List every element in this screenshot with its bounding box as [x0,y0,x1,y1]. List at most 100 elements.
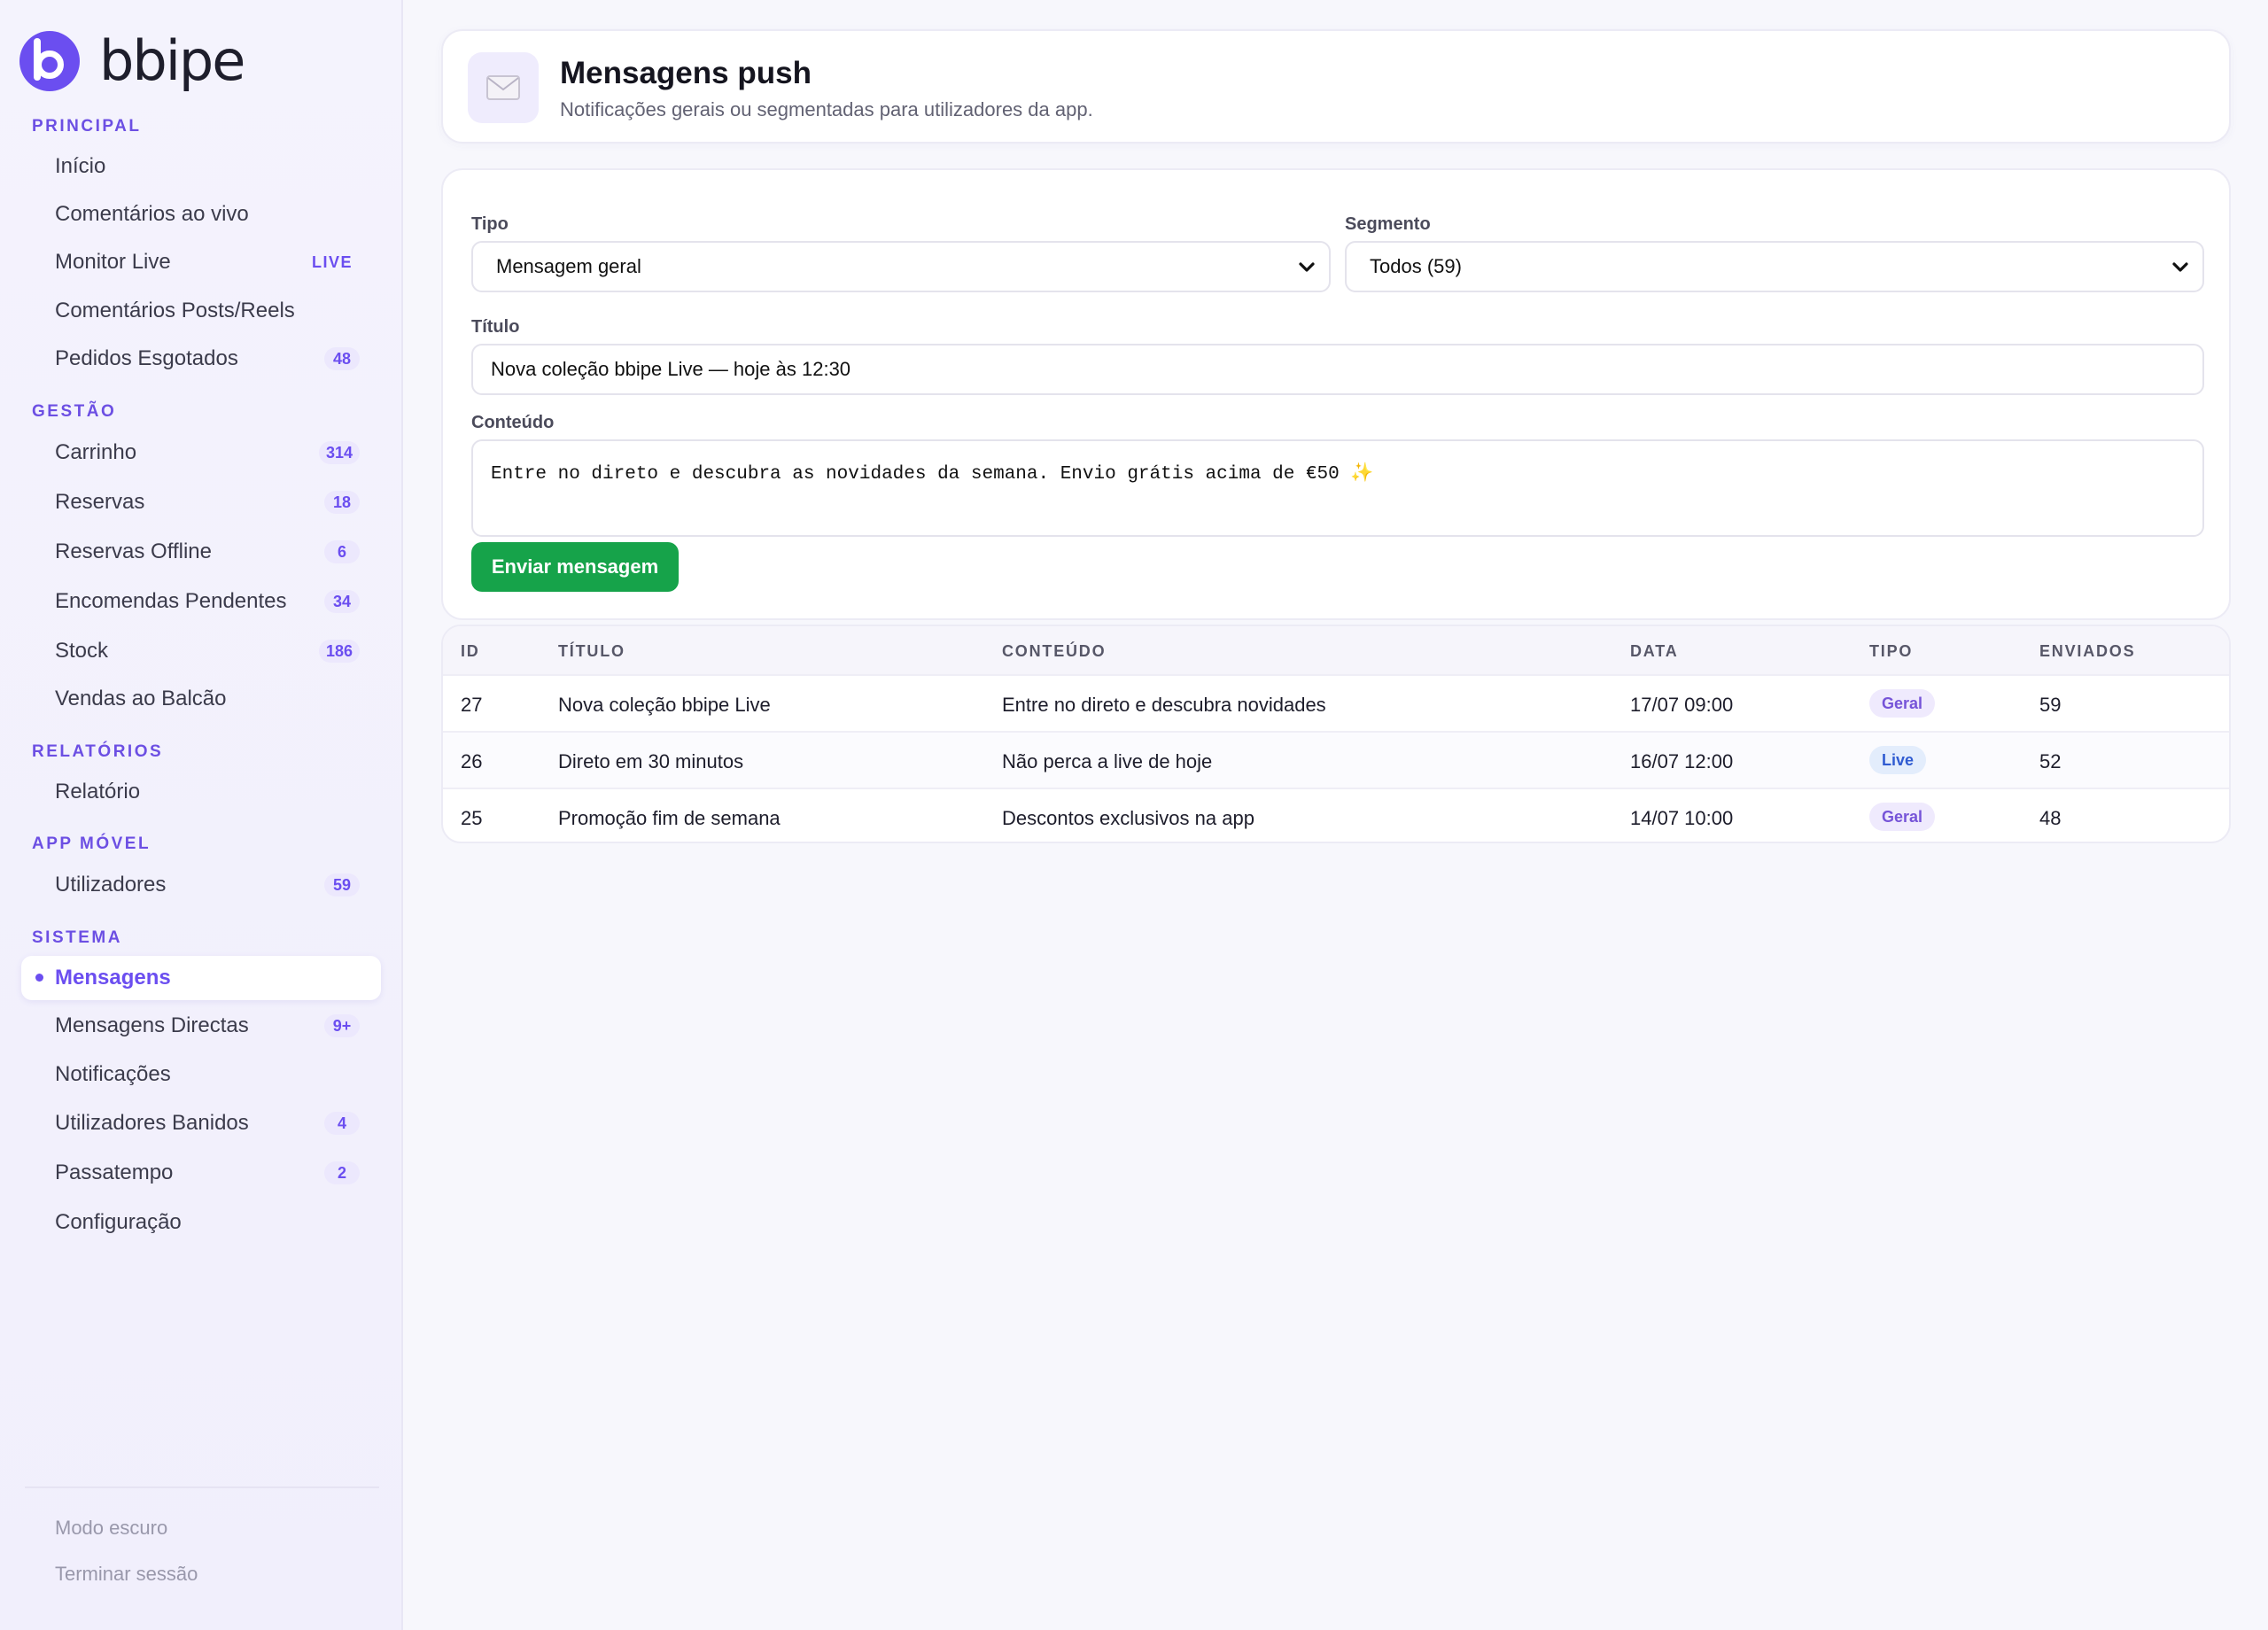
cell-data: 16/07 12:00 [1630,750,1734,772]
cell-id: 26 [461,750,483,772]
cell-data: 14/07 10:00 [1630,807,1734,829]
sidebar-item-label: Utilizadores Banidos [55,1111,249,1135]
type-badge: Geral [1869,689,1936,718]
sidebar-item-reservas[interactable]: Reservas 18 [21,481,381,524]
section-title-sistema: SISTEMA [32,928,122,947]
sidebar-item-inicio[interactable]: Início [21,145,381,188]
sidebar-item-pedidos-esgotados[interactable]: Pedidos Esgotados 48 [21,338,381,380]
chevron-down-icon [2172,262,2188,272]
conteudo-textarea-value: Entre no direto e descubra as novidades … [491,464,1374,485]
column-header-id: ID [461,642,480,660]
message-form: Tipo Mensagem geral Segmento Todos (59) … [441,168,2231,620]
send-message-button[interactable]: Enviar mensagem [471,542,679,592]
sidebar-item-label: Utilizadores [55,873,167,896]
table-row[interactable]: 25 Promoção fim de semana Descontos excl… [443,788,2229,842]
sidebar-item-label: Relatório [55,780,141,803]
live-badge: LIVE [311,252,353,271]
count-badge: 6 [324,540,360,563]
header-icon-box [468,52,539,123]
cell-data: 17/07 09:00 [1630,694,1734,716]
sidebar-item-carrinho[interactable]: Carrinho 314 [21,431,381,474]
sidebar-item-comentarios-ao-vivo[interactable]: Comentários ao vivo [21,193,381,236]
bbipe-logo-icon [19,31,80,91]
sidebar-item-relatorio[interactable]: Relatório [21,771,381,813]
segmento-select-value: Todos (59) [1370,255,1462,277]
cell-titulo: Promoção fim de semana [558,807,781,829]
column-header-titulo: TÍTULO [558,642,625,660]
table-header: ID TÍTULO CONTEÚDO DATA TIPO ENVIADOS [443,626,2229,674]
count-badge: 4 [324,1112,360,1135]
sidebar-item-notificacoes[interactable]: Notificações [21,1053,381,1096]
tipo-select-value: Mensagem geral [496,255,641,277]
count-badge: 9+ [324,1014,360,1037]
sidebar-item-passatempo[interactable]: Passatempo 2 [21,1152,381,1194]
sidebar-item-label: Início [55,154,106,178]
cell-enviados: 52 [2039,750,2062,772]
cell-conteudo: Entre no direto e descubra novidades [1002,694,1326,716]
count-badge: 186 [318,640,360,663]
titulo-input[interactable]: Nova coleção bbipe Live — hoje às 12:30 [471,344,2204,395]
conteudo-label: Conteúdo [471,413,555,432]
chevron-down-icon [1299,262,1315,272]
page-subtitle: Notificações gerais ou segmentadas para … [560,98,1093,120]
sidebar-item-utilizadores[interactable]: Utilizadores 59 [21,864,381,906]
page-title: Mensagens push [560,56,812,90]
type-badge: Geral [1869,803,1936,831]
messages-table: ID TÍTULO CONTEÚDO DATA TIPO ENVIADOS 27… [441,625,2231,843]
count-badge: 2 [324,1161,360,1184]
sidebar-item-mensagens-directas[interactable]: Mensagens Directas 9+ [21,1005,381,1047]
sidebar-item-label: Mensagens Directas [55,1013,249,1037]
count-badge: 48 [324,347,360,370]
sidebar-item-label: Configuração [55,1210,182,1234]
count-badge: 34 [324,590,360,613]
segmento-label: Segmento [1345,214,1431,234]
column-header-enviados: ENVIADOS [2039,642,2136,660]
sidebar-item-reservas-offline[interactable]: Reservas Offline 6 [21,531,381,573]
conteudo-textarea[interactable]: Entre no direto e descubra as novidades … [471,439,2204,537]
sidebar-item-monitor-live[interactable]: Monitor Live LIVE [21,241,381,283]
titulo-label: Título [471,317,520,337]
sidebar-item-label: Encomendas Pendentes [55,589,287,613]
sidebar-item-label: Reservas Offline [55,539,212,563]
active-indicator-dot [35,974,43,982]
sidebar-item-vendas-ao-balcao[interactable]: Vendas ao Balcão [21,678,381,720]
envelope-icon [486,75,520,100]
cell-titulo: Direto em 30 minutos [558,750,744,772]
sidebar-item-configuracao[interactable]: Configuração [21,1201,381,1244]
column-header-tipo: TIPO [1869,642,1914,660]
sidebar-item-label: Mensagens [55,966,171,990]
sidebar-divider [25,1486,379,1488]
brand-logo[interactable]: bbipe [19,30,245,92]
dark-mode-toggle[interactable]: Modo escuro [55,1517,167,1540]
sidebar-item-mensagens[interactable]: Mensagens [21,956,381,1000]
cell-enviados: 48 [2039,807,2062,829]
titulo-input-value: Nova coleção bbipe Live — hoje às 12:30 [491,358,851,380]
tipo-select[interactable]: Mensagem geral [471,241,1331,292]
sidebar-item-utilizadores-banidos[interactable]: Utilizadores Banidos 4 [21,1102,381,1145]
sidebar-item-label: Vendas ao Balcão [55,687,227,710]
section-title-app-movel: APP MÓVEL [32,834,151,853]
cell-titulo: Nova coleção bbipe Live [558,694,771,716]
sidebar-item-stock[interactable]: Stock 186 [21,630,381,672]
column-header-conteudo: CONTEÚDO [1002,642,1107,660]
sidebar-item-label: Comentários Posts/Reels [55,299,295,322]
sidebar: bbipe PRINCIPAL Início Comentários ao vi… [0,0,403,1630]
sidebar-item-label: Comentários ao vivo [55,202,249,226]
count-badge: 314 [318,441,360,464]
sidebar-item-comentarios-posts-reels[interactable]: Comentários Posts/Reels [21,290,381,332]
type-badge: Live [1869,746,1927,774]
sidebar-item-label: Passatempo [55,1160,174,1184]
sidebar-item-label: Pedidos Esgotados [55,346,238,370]
table-row[interactable]: 27 Nova coleção bbipe Live Entre no dire… [443,674,2229,731]
sidebar-item-label: Notificações [55,1062,171,1086]
table-row[interactable]: 26 Direto em 30 minutos Não perca a live… [443,731,2229,788]
segmento-select[interactable]: Todos (59) [1345,241,2204,292]
sidebar-item-label: Carrinho [55,440,137,464]
page-header: Mensagens push Notificações gerais ou se… [441,29,2231,144]
cell-enviados: 59 [2039,694,2062,716]
section-title-gestao: GESTÃO [32,402,117,421]
sidebar-item-encomendas-pendentes[interactable]: Encomendas Pendentes 34 [21,580,381,623]
logout-link[interactable]: Terminar sessão [55,1563,198,1586]
section-title-principal: PRINCIPAL [32,117,142,136]
cell-id: 25 [461,807,483,829]
